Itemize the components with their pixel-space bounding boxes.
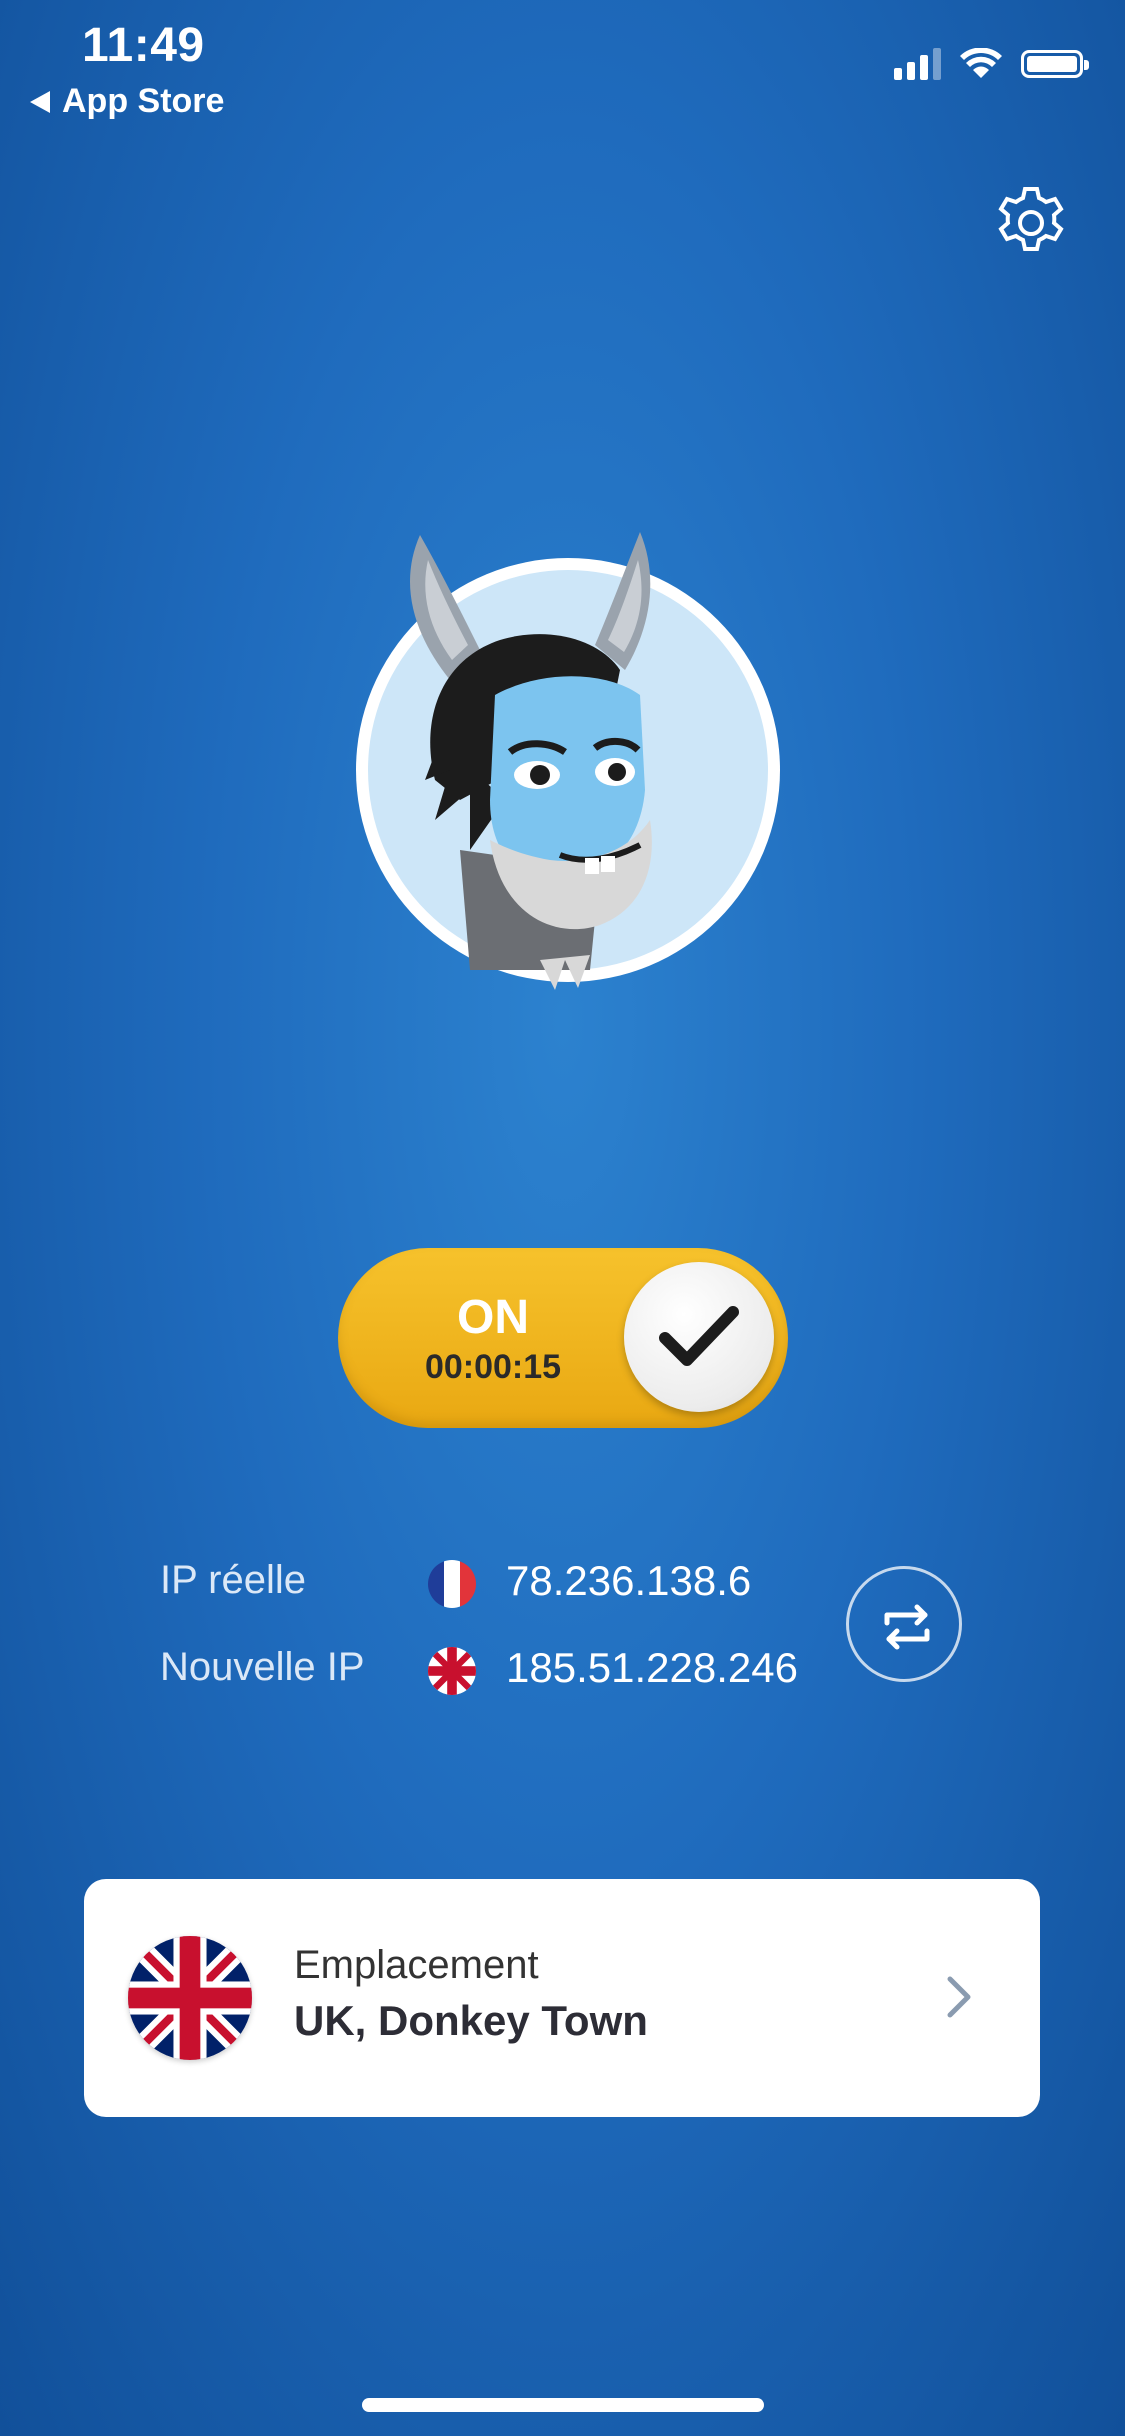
wifi-icon [960, 48, 1002, 78]
cellular-signal-icon [894, 48, 941, 80]
back-arrow-icon [30, 90, 50, 113]
status-time: 11:49 [82, 19, 205, 72]
checkmark-icon [659, 1306, 739, 1366]
toggle-state-label: ON [457, 1291, 529, 1344]
swap-icon [884, 1604, 930, 1650]
battery-icon [1021, 50, 1089, 78]
home-indicator [362, 2398, 764, 2412]
uk-flag-icon [128, 1936, 252, 2060]
mascot-avatar [340, 520, 790, 1000]
location-value: UK, Donkey Town [294, 1997, 648, 2044]
swap-ip-button[interactable] [846, 1566, 962, 1682]
real-ip-label: IP réelle [160, 1558, 307, 1602]
vpn-toggle[interactable]: ON 00:00:15 [338, 1248, 788, 1428]
new-ip-label: Nouvelle IP [160, 1645, 365, 1689]
settings-button[interactable] [991, 183, 1071, 263]
donkey-mascot-icon [410, 532, 652, 990]
connection-timer: 00:00:15 [424, 1348, 562, 1386]
uk-flag-icon [428, 1647, 476, 1695]
france-flag-icon [428, 1560, 476, 1608]
location-card[interactable]: Emplacement UK, Donkey Town [84, 1879, 1040, 2117]
gear-icon [998, 187, 1064, 251]
real-ip-value: 78.236.138.6 [506, 1557, 752, 1604]
chevron-right-icon [947, 1976, 971, 2018]
status-icons [894, 48, 1089, 80]
back-to-app-store[interactable]: App Store [30, 82, 224, 121]
location-label: Emplacement [294, 1943, 539, 1987]
new-ip-value: 185.51.228.246 [506, 1644, 798, 1691]
back-label: App Store [62, 82, 225, 120]
toggle-knob [624, 1262, 774, 1412]
